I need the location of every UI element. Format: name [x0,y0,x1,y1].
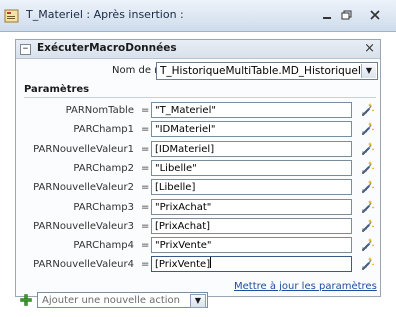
parameter-value-field[interactable]: "PrixAchat" [151,199,352,215]
parameter-value: "T_Materiel" [155,105,216,116]
add-action-combo[interactable]: Ajouter une nouvelle action ▼ [37,292,208,308]
parameter-value: [IDMateriel] [155,144,215,155]
parameter-value-field[interactable]: "Libelle" [151,160,352,176]
parameters-header: Paramètres [24,84,376,98]
parameter-value-field[interactable]: "T_Materiel" [151,102,352,118]
expression-builder-icon[interactable] [360,121,376,137]
parameter-label: PARChamp4 [73,240,134,251]
parameter-value-field[interactable]: [Libelle] [151,179,352,195]
parameter-row: PARChamp1 = "IDMateriel" [16,121,380,139]
equals-sign: = [141,144,150,155]
parameter-row: PARNouvelleValeur4 = [PrixVente] [16,256,380,274]
add-action-text[interactable]: Ajouter une nouvelle action [42,294,180,308]
expression-builder-icon[interactable] [360,102,376,118]
add-action-row: Ajouter une nouvelle action ▼ [0,291,396,311]
macro-icon [4,9,19,23]
parameter-label: PARNouvelleValeur4 [33,259,134,270]
equals-sign: = [141,221,150,232]
action-header: − ExécuterMacroDonnées × [16,40,380,59]
parameter-value-field[interactable]: [IDMateriel] [151,141,352,157]
chevron-down-icon[interactable]: ▼ [190,294,206,308]
expression-builder-icon[interactable] [360,160,376,176]
parameter-value-field[interactable]: [PrixAchat] [151,218,352,234]
macro-designer-area: − ExécuterMacroDonnées × Nom de macro T_… [0,32,396,317]
expression-builder-icon[interactable] [360,141,376,157]
text-caret [210,257,212,268]
equals-sign: = [141,182,150,193]
parameter-value: [Libelle] [155,182,196,193]
expression-builder-icon[interactable] [360,199,376,215]
parameter-label: PARNouvelleValeur3 [33,221,134,232]
parameter-row: PARChamp3 = "PrixAchat" [16,199,380,217]
parameter-value: "IDMateriel" [155,124,216,135]
restore-icon[interactable] [340,9,354,21]
action-close-button[interactable]: × [364,41,375,56]
parameter-value: [PrixVente] [155,259,211,270]
collapse-button[interactable]: − [20,44,31,55]
equals-sign: = [141,202,150,213]
parameter-row: PARChamp2 = "Libelle" [16,160,380,178]
minimize-icon[interactable] [320,9,334,21]
parameter-label: PARNouvelleValeur1 [33,144,134,155]
parameter-row: PARNomTable = "T_Materiel" [16,102,380,120]
equals-sign: = [141,163,150,174]
macro-name-value[interactable]: T_HistoriqueMultiTable.MD_HistoriqueMult… [158,64,360,78]
expression-builder-icon[interactable] [360,256,376,272]
macro-name-combo[interactable]: T_HistoriqueMultiTable.MD_HistoriqueMult… [156,62,378,80]
parameter-value: "Libelle" [155,163,197,174]
expression-builder-icon[interactable] [360,218,376,234]
parameter-label: PARChamp2 [73,163,134,174]
parameter-label: PARNomTable [65,105,134,116]
plus-icon[interactable] [20,294,32,306]
parameter-value: "PrixVente" [155,240,212,251]
parameter-value-field[interactable]: [PrixVente] [151,256,352,272]
chevron-down-icon[interactable]: ▼ [361,64,376,78]
window-title: T_Materiel : Après insertion : [26,8,184,21]
parameter-label: PARNouvelleValeur2 [33,182,134,193]
parameter-value: "PrixAchat" [155,202,212,213]
action-block[interactable]: − ExécuterMacroDonnées × Nom de macro T_… [15,39,381,297]
window-titlebar: T_Materiel : Après insertion : [0,0,396,32]
parameter-row: PARNouvelleValeur1 = [IDMateriel] [16,141,380,159]
parameter-label: PARChamp1 [73,124,134,135]
action-title: ExécuterMacroDonnées [37,42,177,54]
parameter-value: [PrixAchat] [155,221,211,232]
equals-sign: = [141,240,150,251]
parameter-value-field[interactable]: "PrixVente" [151,237,352,253]
parameter-value-field[interactable]: "IDMateriel" [151,121,352,137]
equals-sign: = [141,259,150,270]
parameter-row: PARNouvelleValeur2 = [Libelle] [16,179,380,197]
parameter-row: PARNouvelleValeur3 = [PrixAchat] [16,218,380,236]
expression-builder-icon[interactable] [360,237,376,253]
parameter-label: PARChamp3 [73,202,134,213]
expression-builder-icon[interactable] [360,179,376,195]
equals-sign: = [141,124,150,135]
equals-sign: = [141,105,150,116]
parameter-row: PARChamp4 = "PrixVente" [16,237,380,255]
close-icon[interactable] [368,9,382,21]
